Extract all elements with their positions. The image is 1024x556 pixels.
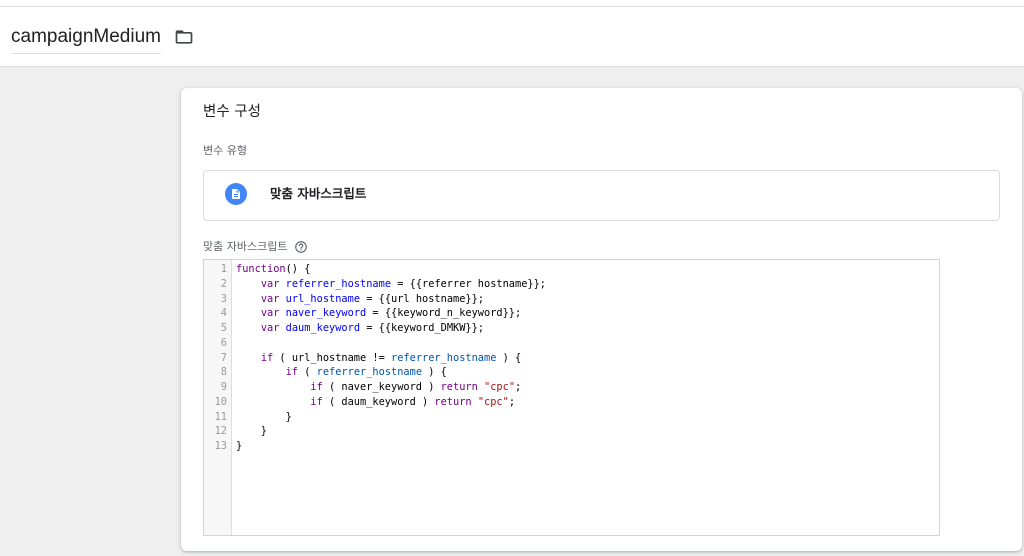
- line-number: 2: [220, 277, 227, 290]
- line-number: 5: [220, 322, 227, 334]
- code-token: ( url_hostname !=: [273, 351, 392, 364]
- code-token: referrer_hostname: [391, 351, 497, 364]
- line-number: 9: [220, 381, 227, 393]
- top-divider: [0, 0, 1024, 7]
- code-token: }: [236, 410, 292, 423]
- variable-configuration-card: 변수 구성 변수 유형 맞춤 자바스크립트 맞춤 자바스크립트 12345678…: [181, 88, 1022, 551]
- code-line[interactable]: var referrer_hostname = {{referrer hostn…: [236, 277, 939, 292]
- variable-type-label: 변수 유형: [203, 144, 247, 157]
- help-icon-shape: [295, 241, 308, 253]
- code-token: ;: [515, 381, 522, 393]
- code-token: ( daum_keyword ): [322, 395, 435, 408]
- code-line[interactable]: [236, 336, 939, 351]
- folder-icon[interactable]: [174, 27, 194, 47]
- code-line[interactable]: if ( referrer_hostname ) {: [236, 365, 939, 380]
- code-token: return: [440, 381, 478, 393]
- code-line[interactable]: var naver_keyword = {{keyword_n_keyword}…: [236, 306, 939, 321]
- line-number: 10: [214, 395, 227, 408]
- line-number: 11: [214, 410, 227, 423]
- code-token: referrer_hostname: [285, 277, 392, 290]
- card-title: 변수 구성: [203, 104, 261, 120]
- line-number: 7: [220, 351, 227, 364]
- code-token: "cpc": [477, 395, 509, 408]
- code-token: if: [260, 351, 274, 364]
- code-area[interactable]: function() { var referrer_hostname = {{r…: [232, 260, 939, 535]
- code-token: ( naver_keyword ): [322, 381, 441, 393]
- code-line[interactable]: if ( daum_keyword ) return "cpc";: [236, 395, 939, 410]
- line-number: 6: [220, 336, 227, 349]
- document-icon-graphic: [232, 189, 240, 199]
- code-token: var: [260, 307, 280, 320]
- help-icon[interactable]: [294, 240, 308, 254]
- code-line[interactable]: }: [236, 439, 939, 454]
- code-token: = {{referrer hostname}};: [391, 277, 546, 290]
- code-token: function: [236, 263, 286, 275]
- line-number: 3: [220, 292, 227, 305]
- code-line[interactable]: if ( url_hostname != referrer_hostname )…: [236, 351, 939, 366]
- code-token: ) {: [422, 366, 447, 379]
- code-line[interactable]: var url_hostname = {{url hostname}};: [236, 292, 939, 307]
- line-number: 12: [214, 425, 227, 438]
- folder-icon-graphic: [175, 30, 193, 44]
- help-icon-graphic: [295, 241, 308, 253]
- custom-javascript-label: 맞춤 자바스크립트: [203, 240, 308, 254]
- variable-name-input[interactable]: campaignMedium: [11, 24, 161, 54]
- code-token: var: [260, 277, 280, 290]
- code-token: "cpc": [484, 381, 516, 393]
- code-token: var: [260, 322, 280, 334]
- code-token: () {: [285, 263, 311, 275]
- code-token: = {{keyword_n_keyword}};: [366, 307, 522, 320]
- folder-icon-shape: [175, 30, 193, 44]
- code-token: referrer_hostname: [316, 366, 423, 379]
- line-number: 1: [220, 263, 227, 275]
- variable-header: campaignMedium: [0, 7, 1024, 67]
- code-token: }: [236, 440, 243, 452]
- document-icon-shape: [232, 189, 240, 199]
- code-line[interactable]: if ( naver_keyword ) return "cpc";: [236, 380, 939, 395]
- code-token: naver_keyword: [285, 307, 367, 320]
- variable-type-name: 맞춤 자바스크립트: [270, 186, 367, 201]
- code-token: var: [260, 292, 280, 305]
- code-token: = {{keyword_DMKW}};: [360, 322, 485, 334]
- line-number: 4: [220, 307, 227, 320]
- code-token: return: [434, 395, 472, 408]
- code-editor[interactable]: 1 2 3 4 5 6 7 8 9 10 11 12 13 function() { var refer…: [203, 259, 940, 536]
- document-icon: [225, 183, 247, 205]
- code-token: if: [310, 395, 323, 408]
- code-token: ) {: [496, 351, 522, 364]
- code-token: ;: [508, 395, 516, 408]
- code-token: }: [236, 425, 267, 438]
- code-token: (: [298, 366, 317, 379]
- code-line[interactable]: }: [236, 410, 939, 425]
- code-token: if: [285, 366, 299, 379]
- variable-type-selector[interactable]: 맞춤 자바스크립트: [203, 170, 1000, 221]
- code-token: daum_keyword: [285, 322, 361, 334]
- line-number: 13: [214, 440, 227, 452]
- code-line[interactable]: function() {: [236, 262, 939, 277]
- custom-javascript-label-text: 맞춤 자바스크립트: [203, 240, 288, 253]
- code-line[interactable]: }: [236, 424, 939, 439]
- code-token: url_hostname: [285, 292, 361, 305]
- line-number-gutter: 1 2 3 4 5 6 7 8 9 10 11 12 13: [204, 260, 232, 535]
- code-line[interactable]: var daum_keyword = {{keyword_DMKW}};: [236, 321, 939, 336]
- code-token: if: [310, 381, 323, 393]
- line-number: 8: [220, 366, 227, 379]
- code-token: = {{url hostname}};: [360, 292, 485, 305]
